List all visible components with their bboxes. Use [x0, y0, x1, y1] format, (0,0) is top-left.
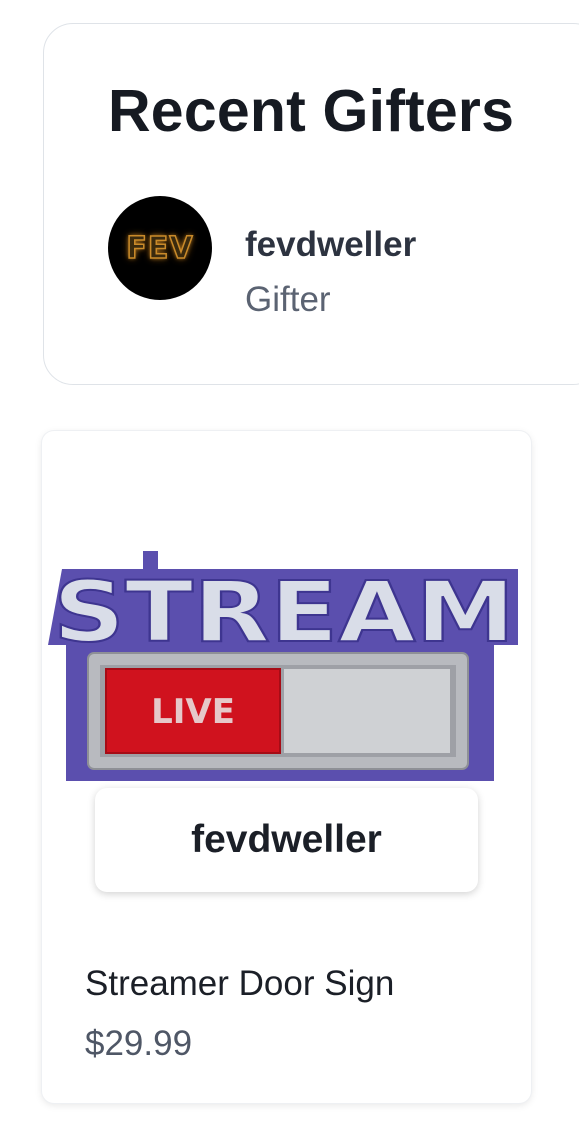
- sign-headline: STREAM: [53, 563, 515, 661]
- recent-gifters-title: Recent Gifters: [108, 78, 515, 144]
- product-card[interactable]: STREAM LIVE fevdweller Streamer Door Sig…: [42, 431, 531, 1103]
- product-gifter-badge: fevdweller: [95, 788, 478, 892]
- gifter-list-item[interactable]: FEV fevdweller Gifter: [108, 196, 548, 319]
- blank-panel: [284, 669, 450, 753]
- gifter-role: Gifter: [245, 280, 331, 319]
- avatar[interactable]: FEV: [108, 196, 212, 300]
- gifter-name[interactable]: fevdweller: [245, 224, 416, 266]
- avatar-logo-text: FEV: [126, 230, 194, 267]
- product-price: $29.99: [85, 1024, 193, 1063]
- product-name[interactable]: Streamer Door Sign: [85, 962, 394, 1006]
- recent-gifters-card: Recent Gifters FEV fevdweller Gifter: [43, 23, 579, 385]
- product-image: STREAM LIVE: [48, 551, 518, 781]
- live-text: LIVE: [151, 692, 235, 732]
- product-gifter-name: fevdweller: [191, 818, 382, 861]
